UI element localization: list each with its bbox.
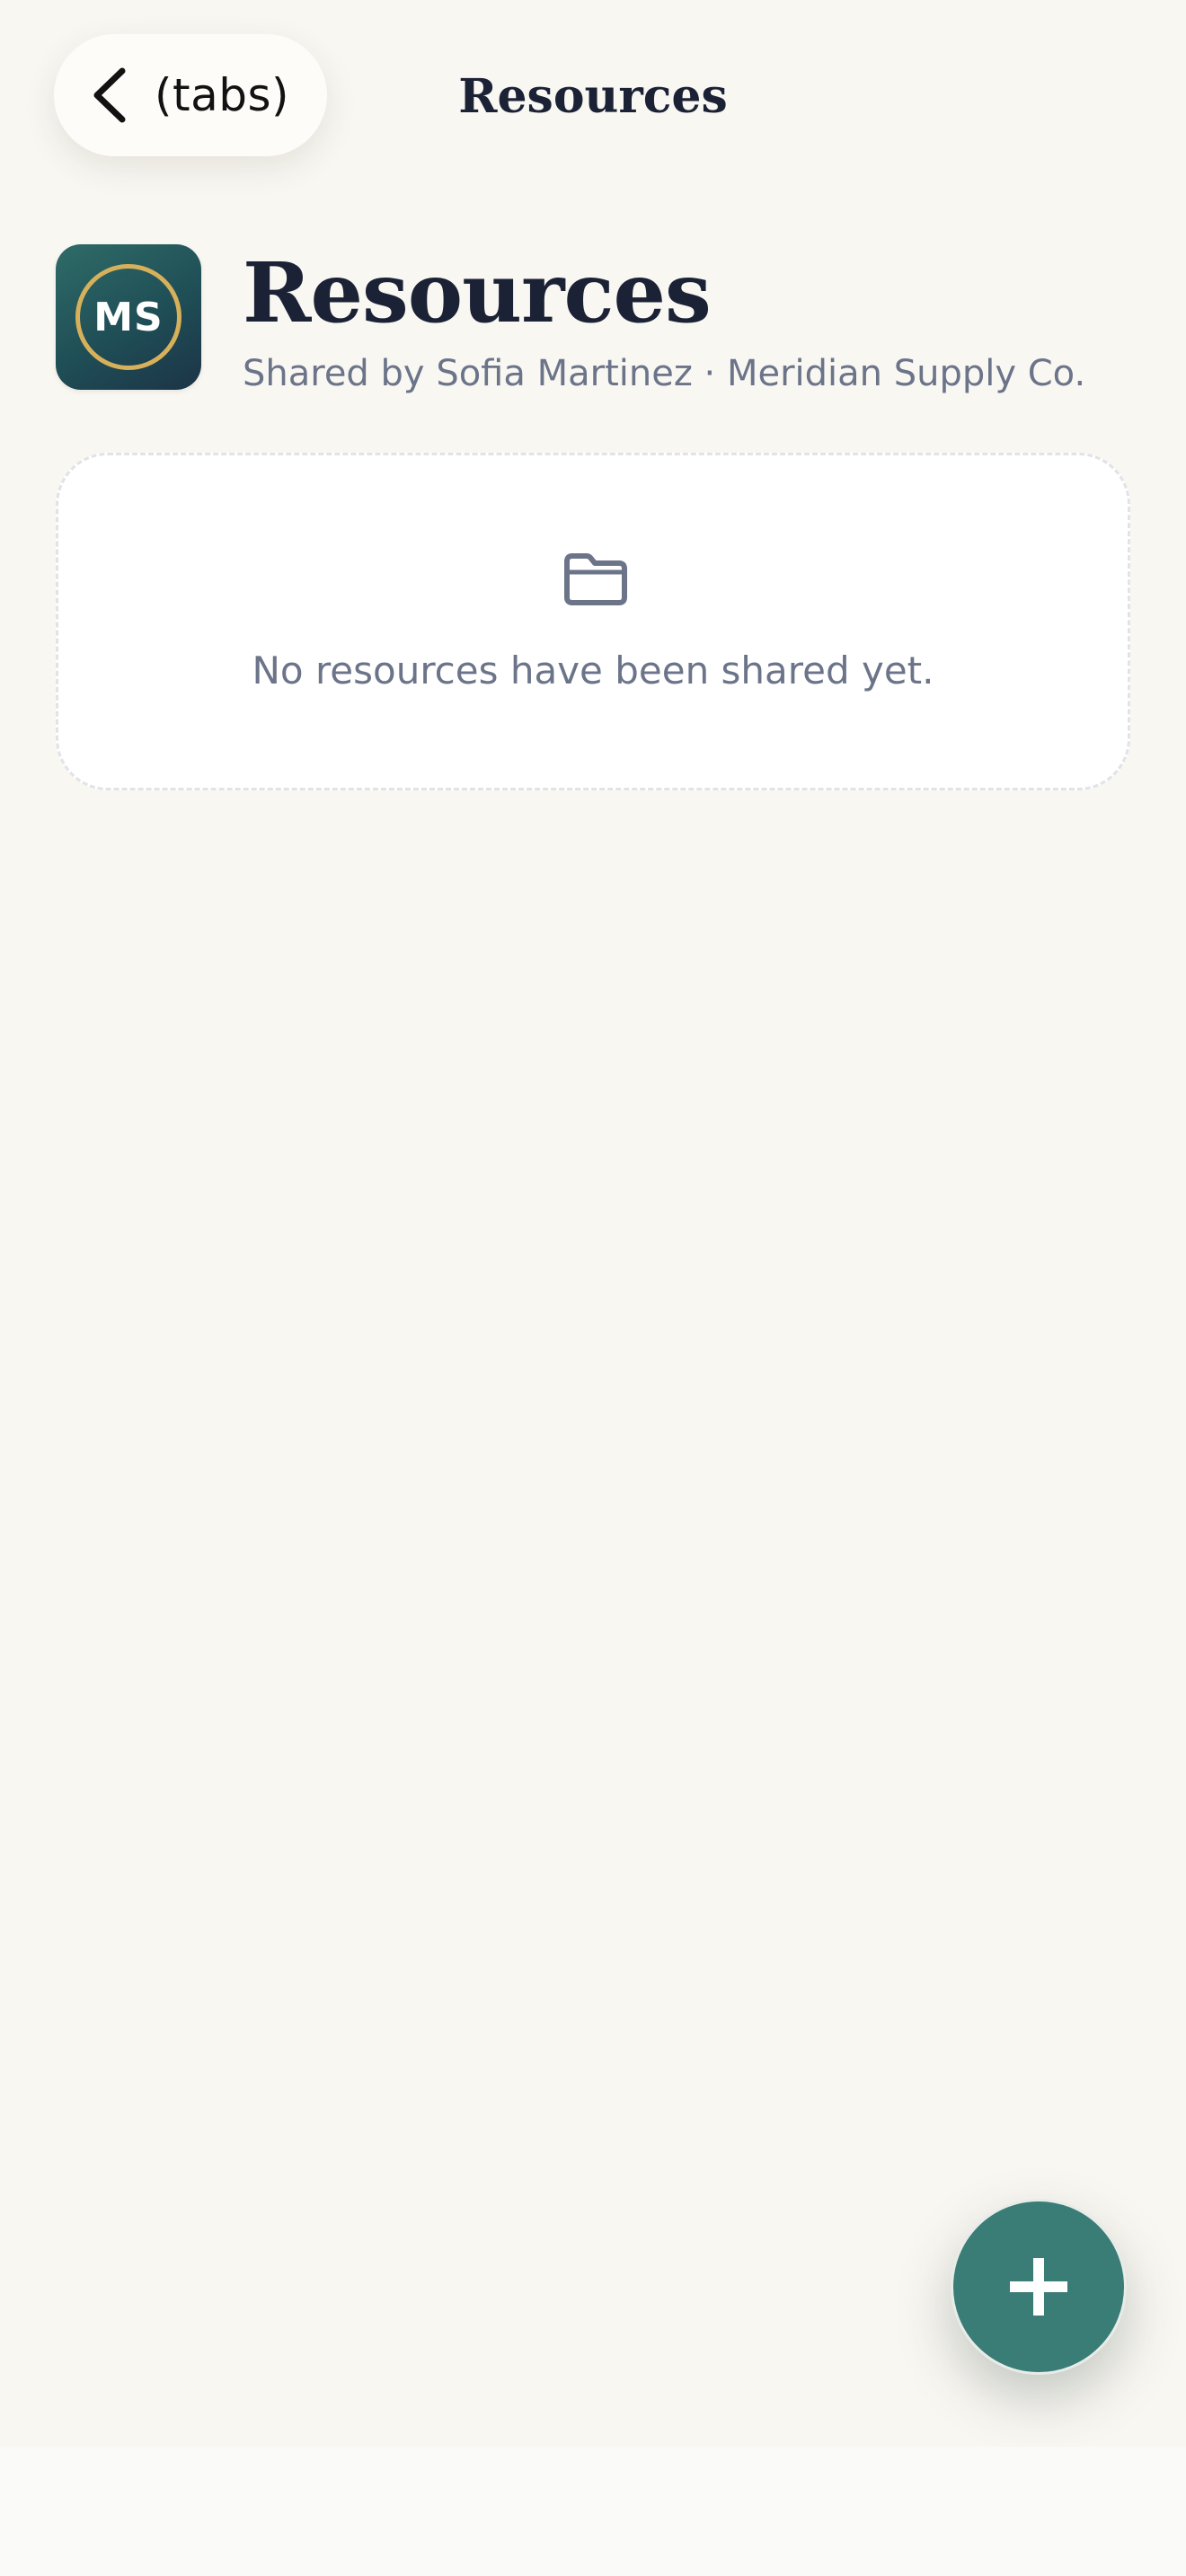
avatar-initials: MS [93, 294, 164, 340]
add-resource-button[interactable] [951, 2199, 1127, 2375]
bottom-safe-area [0, 2447, 1186, 2576]
avatar-ring: MS [75, 264, 181, 370]
nav-title: Resources [458, 69, 728, 124]
empty-state-card: No resources have been shared yet. [56, 453, 1130, 790]
resources-screen: (tabs) Resources MS Resources Shared by … [0, 0, 1186, 2447]
folder-icon [564, 553, 627, 605]
empty-state-message: No resources have been shared yet. [252, 648, 934, 693]
shared-by-subtitle: Shared by Sofia Martinez · Meridian Supp… [243, 353, 1086, 394]
avatar: MS [56, 244, 201, 390]
plus-icon [1010, 2258, 1067, 2316]
page-title: Resources [243, 244, 712, 341]
